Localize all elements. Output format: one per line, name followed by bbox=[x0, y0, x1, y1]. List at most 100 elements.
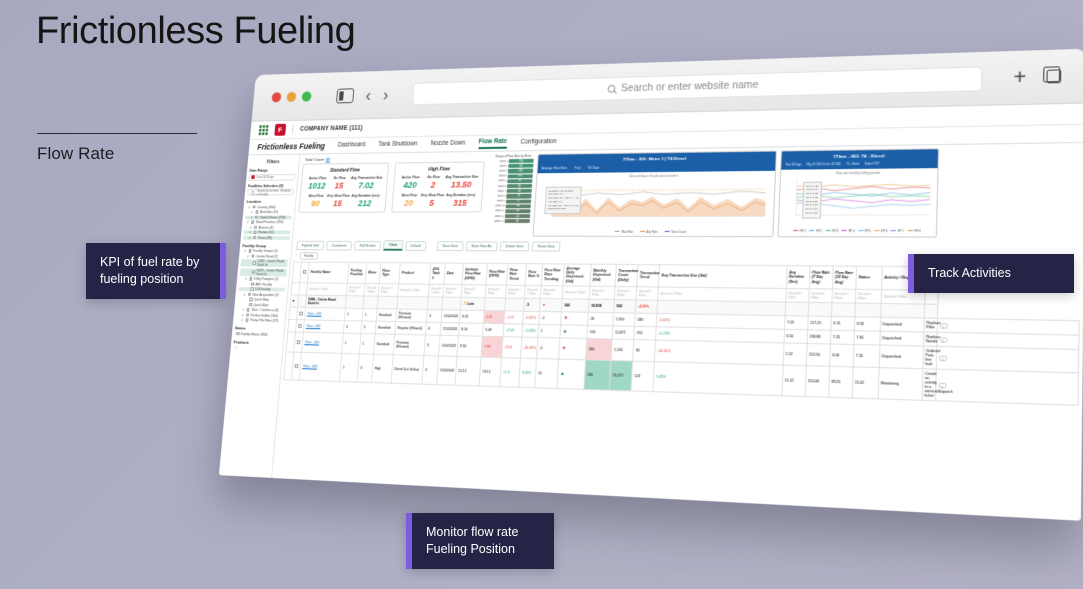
col-status[interactable]: Status bbox=[855, 266, 882, 290]
checkbox-icon[interactable] bbox=[236, 332, 239, 335]
col-facility-name[interactable]: Facility Name bbox=[307, 262, 349, 284]
window-controls[interactable] bbox=[271, 91, 311, 102]
filter-cell[interactable]: Search / Filter bbox=[855, 290, 881, 304]
filter-cell[interactable]: Search / Filter bbox=[562, 286, 590, 299]
tab-configuration[interactable]: Configuration bbox=[520, 138, 557, 147]
legend-avg-rate[interactable]: Avg Rate bbox=[640, 229, 658, 233]
heat-row[interactable]: Meter 972 bbox=[490, 199, 531, 203]
facility-node[interactable]: ▾Perfect Gallon (100) bbox=[236, 313, 283, 318]
filter-cell[interactable]: Search / Filter bbox=[540, 286, 563, 299]
col-flow-rate-days-trending[interactable]: Flow Rate Days Trending bbox=[541, 263, 564, 286]
sidebar-icon[interactable] bbox=[336, 88, 354, 103]
chevron-icon[interactable]: ▾ bbox=[244, 292, 246, 296]
filter-cell[interactable]: Search / Filter bbox=[443, 285, 462, 298]
checkbox-icon[interactable] bbox=[249, 303, 252, 306]
filter-cell[interactable]: Search / Filter bbox=[831, 290, 855, 304]
heat-row[interactable]: Meter 3108 bbox=[492, 169, 533, 173]
legend-item[interactable]: FP 2 bbox=[809, 228, 822, 232]
checkbox-icon[interactable] bbox=[252, 270, 255, 273]
chevron-right-icon[interactable]: + bbox=[235, 345, 237, 349]
chevron-icon[interactable]: ▾ bbox=[251, 210, 253, 214]
filter-cell[interactable]: Search / Filter bbox=[785, 289, 809, 303]
chart-b-export[interactable]: Export CSV bbox=[865, 162, 879, 165]
chart-b-period[interactable]: Past 30 Days bbox=[785, 163, 801, 166]
filter-cell[interactable]: Search / Filter bbox=[614, 287, 636, 300]
legend-item[interactable]: FP 4 bbox=[841, 229, 854, 233]
heat-row[interactable]: Meter 1254 bbox=[489, 214, 530, 218]
heat-row[interactable]: Meter 784 bbox=[491, 189, 532, 193]
filter-cell[interactable]: Search / Filter bbox=[378, 284, 399, 297]
toolbar-button-chart[interactable]: Chart bbox=[383, 240, 403, 251]
facility-link[interactable]: Titan - 005 bbox=[302, 365, 317, 369]
heat-row[interactable]: Meter 1348 bbox=[489, 219, 530, 223]
col-flow-rate[interactable]: Flow Rate (GPM) bbox=[486, 263, 508, 286]
heat-row[interactable]: Meter 1066 bbox=[490, 204, 531, 208]
tab-tank-shutdown[interactable]: Tank Shutdown bbox=[378, 140, 418, 149]
chart-a-period[interactable]: 60 Days bbox=[588, 165, 599, 169]
legend-max-rate[interactable]: Max Rate bbox=[615, 229, 633, 233]
checkbox-icon[interactable] bbox=[255, 215, 258, 218]
filter-cell[interactable]: Search / Filter bbox=[808, 289, 832, 303]
checkbox-icon[interactable] bbox=[250, 287, 253, 290]
checkbox-icon[interactable] bbox=[303, 270, 306, 273]
location-node[interactable]: ▾United States (290) bbox=[245, 215, 292, 219]
filter-cell[interactable]: Search / Filter bbox=[346, 284, 365, 297]
chart-b-range[interactable]: May 20 2023 to Jun 20 2023 bbox=[807, 162, 841, 165]
date-range-picker[interactable]: Last 30 Days bbox=[249, 173, 296, 180]
heat-row[interactable]: Meter 690 bbox=[491, 184, 532, 188]
checkbox-icon[interactable] bbox=[297, 340, 300, 344]
filter-cell[interactable]: Search / Filter bbox=[428, 285, 443, 298]
chevron-icon[interactable]: ▾ bbox=[242, 313, 244, 317]
col-date[interactable]: Date bbox=[444, 263, 464, 285]
forward-button[interactable]: › bbox=[382, 86, 389, 103]
facility-name-cell[interactable]: Titan - 005 bbox=[299, 353, 342, 382]
location-node[interactable]: ▾State/Province (290) bbox=[245, 220, 292, 224]
legend-item[interactable]: FP 6 bbox=[874, 229, 887, 233]
checkbox-icon[interactable] bbox=[255, 210, 258, 213]
col-transaction-count[interactable]: Transaction Count (Daily) bbox=[615, 264, 638, 287]
chevron-icon[interactable]: ▾ bbox=[245, 277, 247, 281]
tabs-icon[interactable] bbox=[1046, 69, 1061, 83]
more-actions-icon[interactable]: ⋮ bbox=[938, 383, 946, 389]
col-product[interactable]: Product bbox=[399, 262, 431, 284]
facility-link[interactable]: Titan - 003 bbox=[304, 341, 319, 345]
grid-icon[interactable] bbox=[259, 125, 269, 135]
heat-row[interactable]: Meter 596 bbox=[492, 179, 533, 183]
close-icon[interactable] bbox=[271, 92, 281, 102]
col-flow-rate-pct[interactable]: Flow Rate % bbox=[525, 263, 542, 286]
heat-row[interactable]: Meter 878 bbox=[491, 194, 532, 198]
facility-name-cell[interactable]: Titan - 001 bbox=[304, 308, 345, 321]
filter-cell[interactable]: Search / Filter bbox=[506, 286, 526, 299]
checkbox-icon[interactable] bbox=[246, 308, 249, 311]
col-fueling-position[interactable]: Fueling Position bbox=[347, 262, 366, 284]
new-tab-button[interactable]: + bbox=[1013, 67, 1026, 88]
col-flow-rate-30day[interactable]: Flow Rate (30 Day Avg) bbox=[832, 265, 856, 289]
checkbox-icon[interactable] bbox=[253, 236, 256, 239]
checkbox-icon[interactable] bbox=[251, 254, 254, 257]
checkbox-icon[interactable] bbox=[254, 226, 257, 229]
col-intrinsic-flow-rate[interactable]: Intrinsic Flow Rate (GPM) bbox=[462, 263, 487, 286]
facility-node[interactable]: 123 Facility bbox=[238, 287, 285, 291]
facility-node[interactable]: 5439 - Centre Road Dash In bbox=[240, 268, 287, 276]
more-actions-icon[interactable]: ⋮ bbox=[939, 356, 947, 362]
chevron-icon[interactable]: ▾ bbox=[250, 225, 252, 229]
heat-row[interactable]: Meter 4102 bbox=[492, 174, 533, 178]
facility-node[interactable]: ▾New Acquisition (2) bbox=[238, 292, 285, 296]
legend-item[interactable]: FP 1 bbox=[793, 228, 806, 232]
more-actions-icon[interactable]: ⋮ bbox=[939, 323, 947, 329]
facility-name-cell[interactable]: Titan - 003 bbox=[302, 333, 344, 354]
chevron-icon[interactable]: ▾ bbox=[249, 230, 251, 234]
col-average-daily-dispensed[interactable]: Average Daily Dispensed (Gal) bbox=[563, 263, 591, 286]
location-node[interactable]: ▾Country (300) bbox=[246, 205, 293, 209]
location-node[interactable]: ▾Australia (10) bbox=[246, 210, 293, 214]
toolbar-button-default[interactable]: Default bbox=[405, 241, 427, 251]
legend-item[interactable]: FP 8 bbox=[907, 229, 921, 233]
facility-node[interactable]: 5289 - Centre Road Dash In bbox=[241, 259, 288, 267]
heat-row[interactable]: Meter 1120 bbox=[493, 159, 534, 164]
facility-node[interactable]: ABC Facility bbox=[239, 282, 286, 286]
filter-cell[interactable]: Search / Filter bbox=[636, 287, 658, 300]
chevron-icon[interactable]: ▾ bbox=[247, 220, 249, 224]
col-flow-type[interactable]: Flow Type bbox=[379, 262, 400, 284]
facility-node[interactable]: ▾Centre Road (2) bbox=[241, 254, 288, 258]
facility-name-cell[interactable]: Titan - 002 bbox=[303, 320, 344, 333]
